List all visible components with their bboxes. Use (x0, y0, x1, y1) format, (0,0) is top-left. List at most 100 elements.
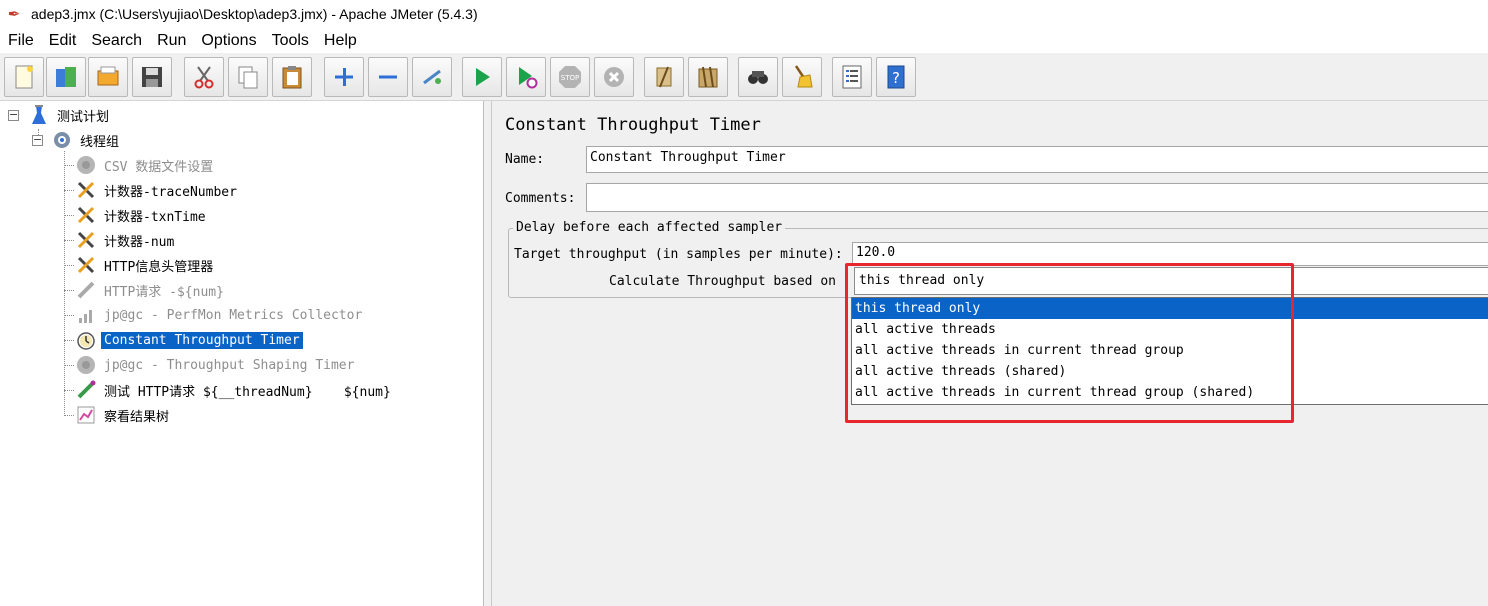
toolbar: STOP ? (0, 53, 1488, 101)
timer-disabled-icon (74, 353, 98, 377)
name-label: Name: (505, 152, 545, 167)
config-disabled-icon (74, 153, 98, 177)
clear-all-icon (698, 66, 718, 88)
menu-edit[interactable]: Edit (41, 32, 84, 50)
tree-connector (64, 340, 74, 341)
target-throughput-field[interactable]: 120.0 (852, 242, 1488, 266)
start-no-pauses-icon (519, 67, 538, 89)
shutdown-button[interactable] (594, 57, 634, 97)
collapse-toggle[interactable]: − (8, 109, 19, 121)
tree-item-label: 察看结果树 (104, 409, 170, 425)
tree-item-label: HTTP信息头管理器 (104, 259, 214, 275)
clear-all-button[interactable] (688, 57, 728, 97)
toggle-button[interactable] (412, 57, 452, 97)
reset-search-button[interactable] (782, 57, 822, 97)
menu-tools[interactable]: Tools (264, 32, 316, 50)
dropdown-option[interactable]: all active threads (852, 319, 1488, 340)
tree-item[interactable]: 线程组 (50, 128, 122, 152)
tree-item[interactable]: 计数器-num (74, 228, 177, 252)
collapse-all-button[interactable] (368, 57, 408, 97)
save-icon (142, 67, 162, 87)
tree-item[interactable]: jp@gc - Throughput Shaping Timer (74, 353, 357, 377)
window-title: adep3.jmx (C:\Users\yujiao\Desktop\adep3… (31, 6, 478, 22)
dropdown-option[interactable]: all active threads (shared) (852, 361, 1488, 382)
dropdown-option[interactable]: this thread only (852, 298, 1488, 319)
dropdown-option[interactable]: all active threads in current thread gro… (852, 382, 1488, 403)
tree-item[interactable]: 计数器-traceNumber (74, 178, 240, 202)
tree-item[interactable]: HTTP请求 -${num} (74, 278, 227, 302)
test-plan-icon (27, 103, 51, 127)
title-bar: ✒ adep3.jmx (C:\Users\yujiao\Desktop\ade… (0, 0, 1488, 28)
tree-item[interactable]: 察看结果树 (74, 403, 172, 427)
menu-search[interactable]: Search (83, 32, 149, 50)
sampler-icon (74, 378, 98, 402)
start-button[interactable] (462, 57, 502, 97)
tree-connector (64, 315, 74, 316)
tree-connector (64, 265, 74, 266)
tree-connector (64, 415, 74, 416)
panel-title: Constant Throughput Timer (505, 115, 761, 135)
clear-button[interactable] (644, 57, 684, 97)
tree-item-label: jp@gc - PerfMon Metrics Collector (104, 307, 363, 323)
cut-icon (194, 66, 214, 89)
new-icon (15, 65, 33, 89)
menu-run[interactable]: Run (149, 32, 193, 50)
tree-item-label: 计数器-txnTime (104, 209, 206, 225)
target-throughput-label: Target throughput (in samples per minute… (514, 247, 843, 262)
split-pane-divider[interactable] (484, 101, 492, 606)
tree-item[interactable]: CSV 数据文件设置 (74, 153, 216, 177)
templates-icon (56, 67, 76, 87)
tree-connector (64, 215, 74, 216)
tree-connector (64, 165, 74, 166)
help-icon: ? (887, 65, 905, 89)
svg-text:STOP: STOP (561, 74, 579, 82)
paste-icon (282, 66, 302, 89)
tree-item-label: CSV 数据文件设置 (104, 159, 214, 175)
comments-field[interactable] (586, 183, 1488, 212)
tree-item[interactable]: jp@gc - PerfMon Metrics Collector (74, 303, 365, 327)
copy-button[interactable] (228, 57, 268, 97)
clear-icon (656, 66, 672, 88)
tree-item[interactable]: 测试计划 (27, 103, 112, 127)
tree-item-label: Constant Throughput Timer (101, 331, 303, 349)
menu-options[interactable]: Options (193, 32, 263, 50)
name-field[interactable]: Constant Throughput Timer (586, 146, 1488, 173)
help-button[interactable]: ? (876, 57, 916, 97)
calc-throughput-dropdown: this thread only all active threads all … (851, 297, 1488, 405)
start-no-pauses-button[interactable] (506, 57, 546, 97)
menu-file[interactable]: File (0, 32, 41, 50)
paste-button[interactable] (272, 57, 312, 97)
tree-item-label: 计数器-num (104, 234, 175, 250)
open-button[interactable] (88, 57, 128, 97)
cut-button[interactable] (184, 57, 224, 97)
calc-throughput-select[interactable]: this thread only (854, 267, 1488, 295)
tree-item-label: jp@gc - Throughput Shaping Timer (104, 357, 355, 373)
timer-config-panel: Constant Throughput Timer Name: Constant… (493, 101, 1488, 606)
wrench-icon (74, 178, 98, 202)
chart-disabled-icon (74, 303, 98, 327)
start-icon (476, 68, 490, 86)
feather-icon: ✒ (7, 6, 21, 23)
dropdown-option[interactable]: all active threads in current thread gro… (852, 340, 1488, 361)
templates-button[interactable] (46, 57, 86, 97)
tree-connector (64, 290, 74, 291)
tree-item[interactable]: HTTP信息头管理器 (74, 253, 216, 277)
collapse-toggle[interactable]: − (32, 134, 43, 146)
save-button[interactable] (132, 57, 172, 97)
tree-connector (64, 365, 74, 366)
stop-button[interactable]: STOP (550, 57, 590, 97)
function-helper-button[interactable] (832, 57, 872, 97)
tree-item[interactable]: 测试 HTTP请求 ${__threadNum} ${num} (74, 378, 394, 402)
shutdown-icon (604, 67, 624, 87)
tree-connector (64, 190, 74, 191)
tree-item[interactable]: Constant Throughput Timer (74, 328, 303, 352)
search-button[interactable] (738, 57, 778, 97)
reset-search-icon (794, 65, 813, 88)
wrench-icon (74, 253, 98, 277)
menu-help[interactable]: Help (316, 32, 364, 50)
calc-throughput-label: Calculate Throughput based on (609, 274, 836, 289)
tree-item[interactable]: 计数器-txnTime (74, 203, 209, 227)
new-button[interactable] (4, 57, 44, 97)
sampler-disabled-icon (74, 278, 98, 302)
expand-all-button[interactable] (324, 57, 364, 97)
